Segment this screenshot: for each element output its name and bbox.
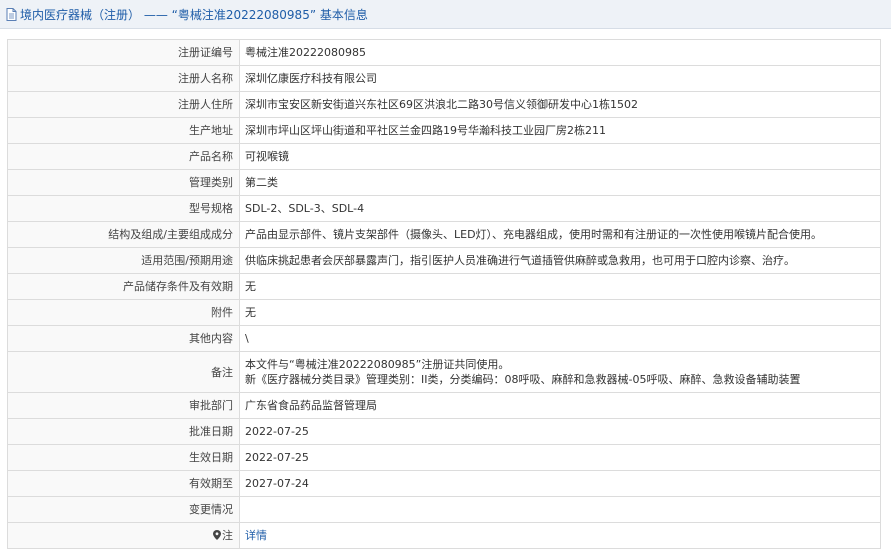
row-value: 无 xyxy=(239,299,881,326)
table-row: 产品名称 可视喉镜 xyxy=(7,143,881,170)
row-value: 第二类 xyxy=(239,169,881,196)
row-value: SDL-2、SDL-3、SDL-4 xyxy=(239,195,881,222)
row-label: 结构及组成/主要组成成分 xyxy=(7,221,240,248)
row-label: 附件 xyxy=(7,299,240,326)
row-value: 无 xyxy=(239,273,881,300)
page-title: 境内医疗器械（注册） —— “粤械注准20222080985” 基本信息 xyxy=(20,7,368,22)
table-row: 批准日期 2022-07-25 xyxy=(7,418,881,445)
table-row: 注册人住所 深圳市宝安区新安街道兴东社区69区洪浪北二路30号信义领御研发中心1… xyxy=(7,91,881,118)
table-row: 型号规格 SDL-2、SDL-3、SDL-4 xyxy=(7,195,881,222)
remark-line-1: 本文件与“粤械注准20222080985”注册证共同使用。 xyxy=(245,358,510,371)
table-row-note: 注 详情 xyxy=(7,522,881,549)
table-row: 生效日期 2022-07-25 xyxy=(7,444,881,471)
table-row: 注册证编号 粤械注准20222080985 xyxy=(7,39,881,66)
row-value: 2022-07-25 xyxy=(239,444,881,471)
row-label: 批准日期 xyxy=(7,418,240,445)
row-value xyxy=(239,496,881,523)
row-value: 深圳亿康医疗科技有限公司 xyxy=(239,65,881,92)
row-value: 深圳市宝安区新安街道兴东社区69区洪浪北二路30号信义领御研发中心1栋1502 xyxy=(239,91,881,118)
note-value: 详情 xyxy=(239,522,881,549)
row-label: 变更情况 xyxy=(7,496,240,523)
row-label: 生产地址 xyxy=(7,117,240,144)
table-row: 审批部门 广东省食品药品监督管理局 xyxy=(7,392,881,419)
detail-link[interactable]: 详情 xyxy=(245,529,267,542)
table-row: 生产地址 深圳市坪山区坪山街道和平社区兰金四路19号华瀚科技工业园厂房2栋211 xyxy=(7,117,881,144)
table-row: 适用范围/预期用途 供临床挑起患者会厌部暴露声门，指引医护人员准确进行气道插管供… xyxy=(7,247,881,274)
table-row: 附件 无 xyxy=(7,299,881,326)
row-label: 备注 xyxy=(7,351,240,393)
registration-info-table: 注册证编号 粤械注准20222080985 注册人名称 深圳亿康医疗科技有限公司… xyxy=(7,39,881,549)
row-value: 可视喉镜 xyxy=(239,143,881,170)
row-value: 广东省食品药品监督管理局 xyxy=(239,392,881,419)
row-label: 有效期至 xyxy=(7,470,240,497)
row-value: 深圳市坪山区坪山街道和平社区兰金四路19号华瀚科技工业园厂房2栋211 xyxy=(239,117,881,144)
table-row-remark: 备注 本文件与“粤械注准20222080985”注册证共同使用。 新《医疗器械分… xyxy=(7,351,881,393)
row-label: 审批部门 xyxy=(7,392,240,419)
table-row: 结构及组成/主要组成成分 产品由显示部件、镜片支架部件（摄像头、LED灯）、充电… xyxy=(7,221,881,248)
row-label: 生效日期 xyxy=(7,444,240,471)
row-label: 注册人名称 xyxy=(7,65,240,92)
row-label: 注册人住所 xyxy=(7,91,240,118)
row-label: 其他内容 xyxy=(7,325,240,352)
table-row: 注册人名称 深圳亿康医疗科技有限公司 xyxy=(7,65,881,92)
row-label: 型号规格 xyxy=(7,195,240,222)
location-pin-icon xyxy=(213,530,221,540)
row-value: 2027-07-24 xyxy=(239,470,881,497)
row-value: 供临床挑起患者会厌部暴露声门，指引医护人员准确进行气道插管供麻醉或急救用，也可用… xyxy=(239,247,881,274)
row-label: 适用范围/预期用途 xyxy=(7,247,240,274)
table-row: 其他内容 \ xyxy=(7,325,881,352)
row-label: 产品储存条件及有效期 xyxy=(7,273,240,300)
document-icon xyxy=(6,7,17,21)
table-row: 产品储存条件及有效期 无 xyxy=(7,273,881,300)
row-value: 2022-07-25 xyxy=(239,418,881,445)
row-value: 产品由显示部件、镜片支架部件（摄像头、LED灯）、充电器组成，使用时需和有注册证… xyxy=(239,221,881,248)
remark-line-2: 新《医疗器械分类目录》管理类别：II类，分类编码：08呼吸、麻醉和急救器械-05… xyxy=(245,373,801,386)
row-label: 管理类别 xyxy=(7,169,240,196)
note-label-cell: 注 xyxy=(7,522,240,549)
page-header: 境内医疗器械（注册） —— “粤械注准20222080985” 基本信息 xyxy=(0,0,891,29)
row-value: \ xyxy=(239,325,881,352)
table-row: 管理类别 第二类 xyxy=(7,169,881,196)
row-label: 产品名称 xyxy=(7,143,240,170)
row-label: 注册证编号 xyxy=(7,39,240,66)
table-row: 有效期至 2027-07-24 xyxy=(7,470,881,497)
remark-value: 本文件与“粤械注准20222080985”注册证共同使用。 新《医疗器械分类目录… xyxy=(239,351,881,393)
table-row: 变更情况 xyxy=(7,496,881,523)
note-label: 注 xyxy=(222,529,233,542)
row-value: 粤械注准20222080985 xyxy=(239,39,881,66)
